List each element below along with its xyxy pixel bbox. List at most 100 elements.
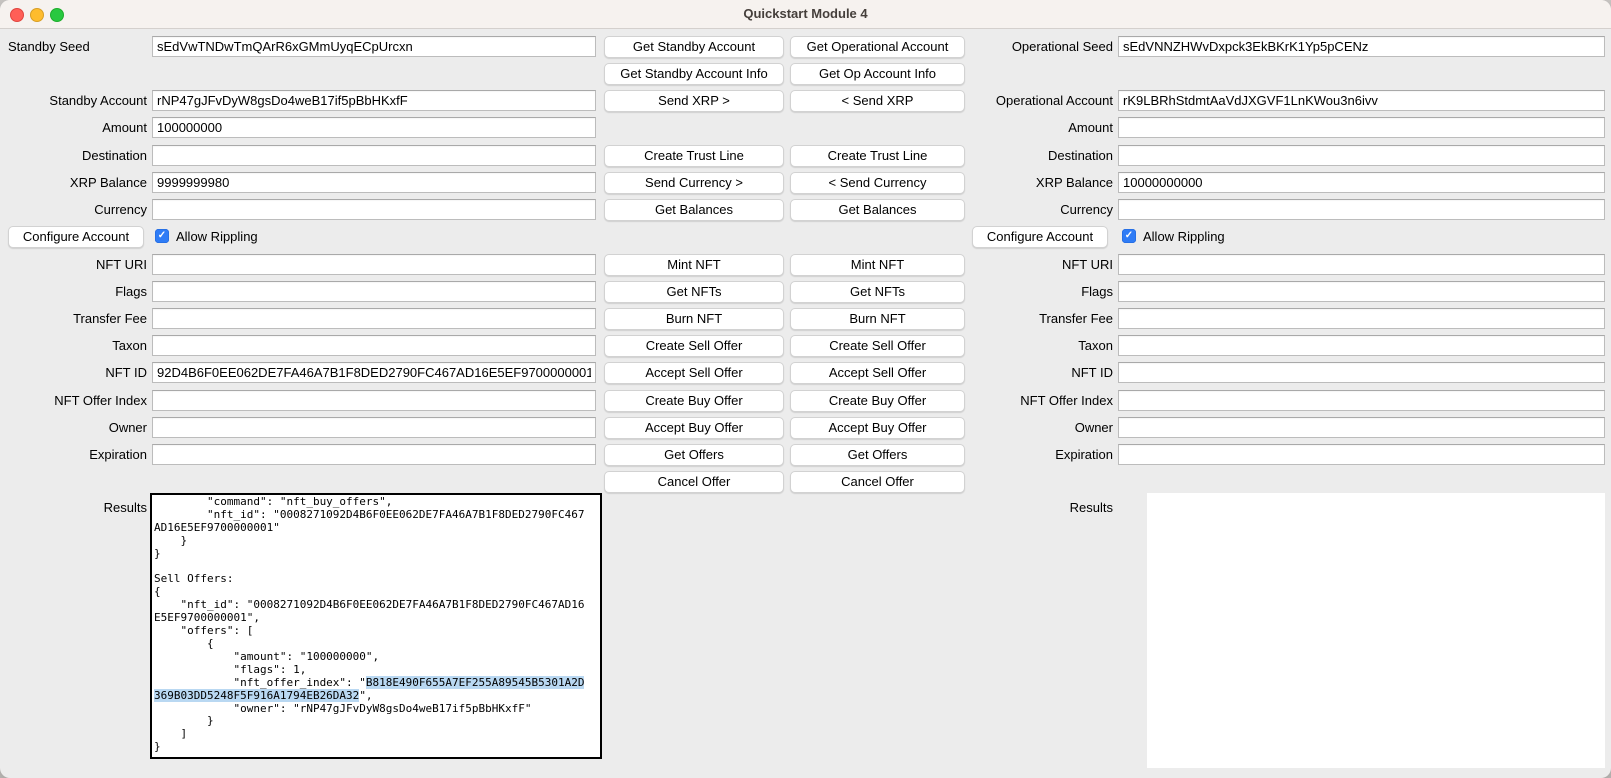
op-nft-uri-label: NFT URI bbox=[966, 254, 1113, 275]
op-transfer-fee-input[interactable] bbox=[1118, 308, 1605, 329]
standby-get-offers-button[interactable]: Get Offers bbox=[604, 444, 784, 466]
op-amount-input[interactable] bbox=[1118, 117, 1605, 138]
standby-create-trust-line-button[interactable]: Create Trust Line bbox=[604, 145, 784, 167]
standby-create-buy-offer-button[interactable]: Create Buy Offer bbox=[604, 390, 784, 412]
standby-destination-input[interactable] bbox=[152, 145, 596, 166]
standby-get-balances-button[interactable]: Get Balances bbox=[604, 199, 784, 221]
standby-xrp-balance-label: XRP Balance bbox=[0, 172, 147, 193]
op-nft-offer-index-input[interactable] bbox=[1118, 390, 1605, 411]
standby-currency-input[interactable] bbox=[152, 199, 596, 220]
op-destination-label: Destination bbox=[966, 145, 1113, 166]
op-create-trust-line-button[interactable]: Create Trust Line bbox=[790, 145, 965, 167]
op-owner-label: Owner bbox=[966, 417, 1113, 438]
standby-xrp-balance-input[interactable] bbox=[152, 172, 596, 193]
standby-expiration-label: Expiration bbox=[0, 444, 147, 465]
op-nft-offer-index-label: NFT Offer Index bbox=[966, 390, 1113, 411]
standby-cancel-offer-button[interactable]: Cancel Offer bbox=[604, 471, 784, 493]
op-owner-input[interactable] bbox=[1118, 417, 1605, 438]
operational-account-input[interactable] bbox=[1118, 90, 1605, 111]
standby-nft-offer-index-input[interactable] bbox=[152, 390, 596, 411]
standby-seed-label: Standby Seed bbox=[0, 36, 147, 57]
operational-account-label: Operational Account bbox=[966, 90, 1113, 111]
standby-currency-label: Currency bbox=[0, 199, 147, 220]
standby-seed-input[interactable] bbox=[152, 36, 596, 57]
get-standby-account-info-button[interactable]: Get Standby Account Info bbox=[604, 63, 784, 85]
standby-nft-uri-input[interactable] bbox=[152, 254, 596, 275]
op-configure-account-button[interactable]: Configure Account bbox=[972, 226, 1108, 248]
op-create-buy-offer-button[interactable]: Create Buy Offer bbox=[790, 390, 965, 412]
standby-amount-label: Amount bbox=[0, 117, 147, 138]
op-results-label: Results bbox=[966, 497, 1113, 518]
operational-seed-input[interactable] bbox=[1118, 36, 1605, 57]
standby-account-input[interactable] bbox=[152, 90, 596, 111]
standby-nft-id-label: NFT ID bbox=[0, 362, 147, 383]
op-mint-nft-button[interactable]: Mint NFT bbox=[790, 254, 965, 276]
op-transfer-fee-label: Transfer Fee bbox=[966, 308, 1113, 329]
standby-owner-label: Owner bbox=[0, 417, 147, 438]
send-xrp-to-operational-button[interactable]: Send XRP > bbox=[604, 90, 784, 112]
op-taxon-label: Taxon bbox=[966, 335, 1113, 356]
standby-nft-id-input[interactable] bbox=[152, 362, 596, 383]
standby-get-nfts-button[interactable]: Get NFTs bbox=[604, 281, 784, 303]
standby-transfer-fee-label: Transfer Fee bbox=[0, 308, 147, 329]
op-expiration-label: Expiration bbox=[966, 444, 1113, 465]
standby-results-text: "command": "nft_buy_offers", "nft_id": "… bbox=[152, 495, 600, 754]
app-window: Quickstart Module 4 Standby Seed Standby… bbox=[0, 0, 1611, 778]
send-xrp-to-standby-button[interactable]: < Send XRP bbox=[790, 90, 965, 112]
op-cancel-offer-button[interactable]: Cancel Offer bbox=[790, 471, 965, 493]
op-xrp-balance-input[interactable] bbox=[1118, 172, 1605, 193]
checkmark-icon: ✓ bbox=[155, 229, 169, 243]
op-nft-id-input[interactable] bbox=[1118, 362, 1605, 383]
standby-flags-label: Flags bbox=[0, 281, 147, 302]
standby-amount-input[interactable] bbox=[152, 117, 596, 138]
op-results-text bbox=[1147, 493, 1605, 494]
checkmark-icon: ✓ bbox=[1122, 229, 1136, 243]
op-expiration-input[interactable] bbox=[1118, 444, 1605, 465]
op-accept-buy-offer-button[interactable]: Accept Buy Offer bbox=[790, 417, 965, 439]
op-nft-uri-input[interactable] bbox=[1118, 254, 1605, 275]
op-nft-id-label: NFT ID bbox=[966, 362, 1113, 383]
standby-create-sell-offer-button[interactable]: Create Sell Offer bbox=[604, 335, 784, 357]
standby-taxon-label: Taxon bbox=[0, 335, 147, 356]
standby-accept-sell-offer-button[interactable]: Accept Sell Offer bbox=[604, 362, 784, 384]
standby-owner-input[interactable] bbox=[152, 417, 596, 438]
standby-accept-buy-offer-button[interactable]: Accept Buy Offer bbox=[604, 417, 784, 439]
op-currency-input[interactable] bbox=[1118, 199, 1605, 220]
get-operational-account-button[interactable]: Get Operational Account bbox=[790, 36, 965, 58]
standby-send-currency-button[interactable]: Send Currency > bbox=[604, 172, 784, 194]
op-destination-input[interactable] bbox=[1118, 145, 1605, 166]
get-op-account-info-button[interactable]: Get Op Account Info bbox=[790, 63, 965, 85]
op-get-offers-button[interactable]: Get Offers bbox=[790, 444, 965, 466]
standby-allow-rippling-label: Allow Rippling bbox=[176, 227, 258, 247]
op-accept-sell-offer-button[interactable]: Accept Sell Offer bbox=[790, 362, 965, 384]
standby-configure-account-button[interactable]: Configure Account bbox=[8, 226, 144, 248]
op-create-sell-offer-button[interactable]: Create Sell Offer bbox=[790, 335, 965, 357]
window-title: Quickstart Module 4 bbox=[0, 0, 1611, 28]
op-get-balances-button[interactable]: Get Balances bbox=[790, 199, 965, 221]
op-allow-rippling-label: Allow Rippling bbox=[1143, 227, 1225, 247]
operational-seed-label: Operational Seed bbox=[966, 36, 1113, 57]
standby-allow-rippling-checkbox[interactable]: ✓ bbox=[155, 229, 169, 243]
op-send-currency-button[interactable]: < Send Currency bbox=[790, 172, 965, 194]
standby-results-textarea[interactable]: "command": "nft_buy_offers", "nft_id": "… bbox=[150, 493, 602, 759]
standby-transfer-fee-input[interactable] bbox=[152, 308, 596, 329]
op-currency-label: Currency bbox=[966, 199, 1113, 220]
op-flags-input[interactable] bbox=[1118, 281, 1605, 302]
op-xrp-balance-label: XRP Balance bbox=[966, 172, 1113, 193]
standby-expiration-input[interactable] bbox=[152, 444, 596, 465]
standby-nft-offer-index-label: NFT Offer Index bbox=[0, 390, 147, 411]
op-get-nfts-button[interactable]: Get NFTs bbox=[790, 281, 965, 303]
op-results-textarea[interactable] bbox=[1147, 493, 1605, 768]
op-flags-label: Flags bbox=[966, 281, 1113, 302]
standby-flags-input[interactable] bbox=[152, 281, 596, 302]
op-burn-nft-button[interactable]: Burn NFT bbox=[790, 308, 965, 330]
standby-burn-nft-button[interactable]: Burn NFT bbox=[604, 308, 784, 330]
get-standby-account-button[interactable]: Get Standby Account bbox=[604, 36, 784, 58]
op-taxon-input[interactable] bbox=[1118, 335, 1605, 356]
op-allow-rippling-checkbox[interactable]: ✓ bbox=[1122, 229, 1136, 243]
title-bar: Quickstart Module 4 bbox=[0, 0, 1611, 29]
op-amount-label: Amount bbox=[966, 117, 1113, 138]
standby-mint-nft-button[interactable]: Mint NFT bbox=[604, 254, 784, 276]
standby-account-label: Standby Account bbox=[0, 90, 147, 111]
standby-taxon-input[interactable] bbox=[152, 335, 596, 356]
